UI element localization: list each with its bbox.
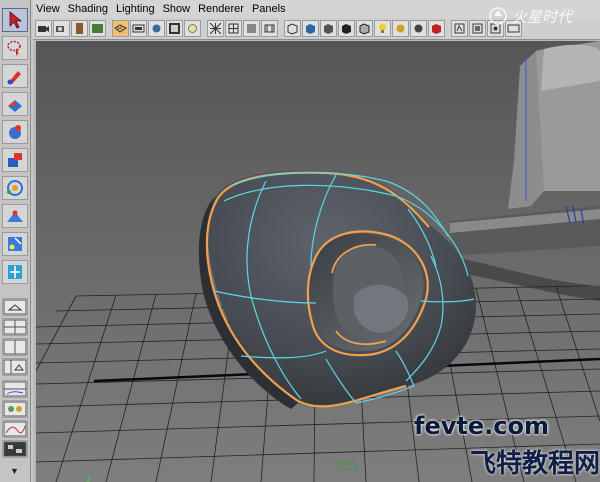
- paint-select-tool-icon[interactable]: [2, 64, 28, 88]
- uv-editor-layout-icon[interactable]: [2, 440, 28, 458]
- watermark-logo-top: 火星时代: [489, 7, 574, 26]
- hypershade-layout-icon[interactable]: [2, 400, 28, 418]
- last-tool-icon[interactable]: [2, 260, 28, 284]
- persp-outliner-layout-icon[interactable]: [2, 358, 28, 376]
- light-bulb-icon[interactable]: [374, 20, 391, 37]
- rotate-tool-icon[interactable]: [2, 120, 28, 144]
- menu-renderer[interactable]: Renderer: [198, 3, 244, 15]
- menu-show[interactable]: Show: [163, 3, 191, 15]
- checker-cube-icon[interactable]: [356, 20, 373, 37]
- viewport-panel: View Shading Lighting Show Renderer Pane…: [33, 0, 600, 482]
- scale-tool-icon[interactable]: [2, 148, 28, 172]
- red-cube-icon[interactable]: [428, 20, 445, 37]
- show-manipulator-icon[interactable]: [2, 232, 28, 256]
- shaded-cube-icon[interactable]: [302, 20, 319, 37]
- menu-lighting[interactable]: Lighting: [116, 3, 155, 15]
- single-perspective-layout-icon[interactable]: [2, 298, 28, 316]
- svg-text:y: y: [88, 475, 91, 481]
- shaded-wire-cube-icon[interactable]: [320, 20, 337, 37]
- soft-mod-tool-icon[interactable]: [2, 204, 28, 228]
- smooth-shade-icon[interactable]: [243, 20, 260, 37]
- svg-text:火星时代: 火星时代: [512, 8, 574, 26]
- axis-indicator-icon: y: [87, 475, 91, 482]
- wireframe-icon[interactable]: [207, 20, 224, 37]
- menu-view[interactable]: View: [36, 3, 60, 15]
- toolbox-expand-icon[interactable]: ▼: [10, 466, 19, 476]
- menu-panels[interactable]: Panels: [252, 3, 286, 15]
- move-tool-icon[interactable]: [2, 92, 28, 116]
- film-gate-icon[interactable]: [130, 20, 147, 37]
- textured-icon[interactable]: [261, 20, 278, 37]
- dark-light-icon[interactable]: [410, 20, 427, 37]
- menu-shading[interactable]: Shading: [68, 3, 108, 15]
- all-lights-icon[interactable]: [392, 20, 409, 37]
- resolution-gate-icon[interactable]: [148, 20, 165, 37]
- bookmark-icon[interactable]: [71, 20, 88, 37]
- image-plane-icon[interactable]: [89, 20, 106, 37]
- side-by-side-layout-icon[interactable]: [2, 338, 28, 356]
- universal-manipulator-icon[interactable]: [2, 176, 28, 200]
- xray-icon[interactable]: [469, 20, 486, 37]
- lasso-tool-icon[interactable]: [2, 36, 28, 60]
- camera-icon[interactable]: [35, 20, 52, 37]
- graph-editor-layout-icon[interactable]: [2, 420, 28, 438]
- grid-icon[interactable]: [112, 20, 129, 37]
- grid-cube-icon[interactable]: [225, 20, 242, 37]
- wireframe-cube-icon[interactable]: [284, 20, 301, 37]
- isolate-select-icon[interactable]: [451, 20, 468, 37]
- camera-attributes-icon[interactable]: [53, 20, 70, 37]
- four-view-layout-icon[interactable]: [2, 318, 28, 336]
- watermark-site: fevte.com: [414, 412, 549, 440]
- safe-action-icon[interactable]: [184, 20, 201, 37]
- field-chart-icon[interactable]: [166, 20, 183, 37]
- select-tool-icon[interactable]: [2, 8, 28, 32]
- toolbox: ▼: [0, 0, 31, 482]
- dark-cube-icon[interactable]: [338, 20, 355, 37]
- persp-graph-layout-icon[interactable]: [2, 380, 28, 398]
- watermark-cn: 飞特教程网: [470, 449, 600, 479]
